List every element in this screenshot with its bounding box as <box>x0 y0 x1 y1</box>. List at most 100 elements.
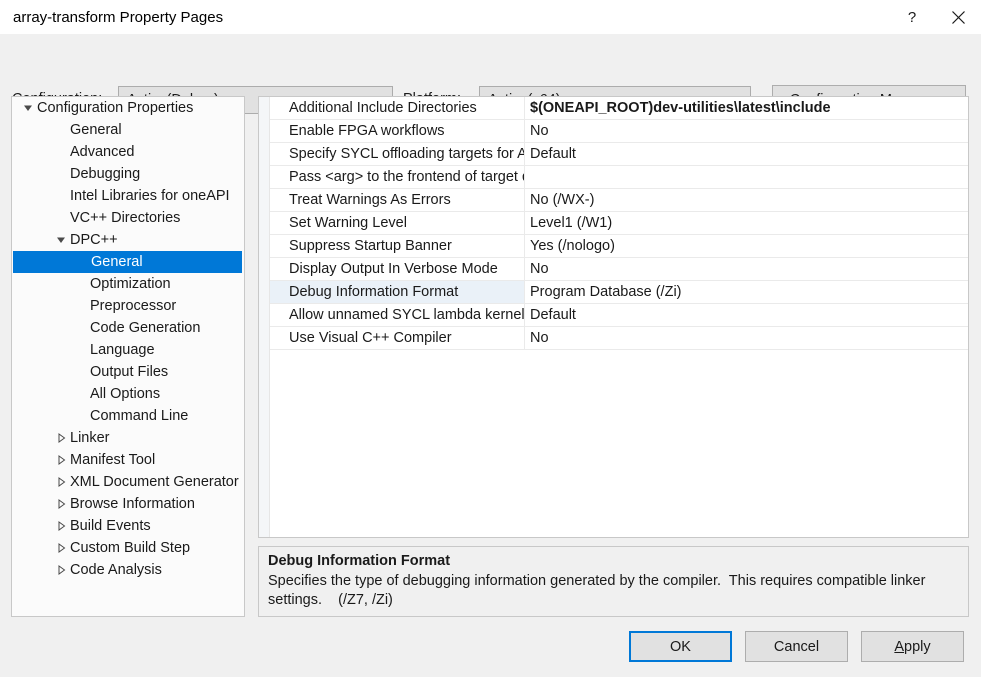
tree-item-build-events[interactable]: Build Events <box>12 515 244 537</box>
cancel-button[interactable]: Cancel <box>745 631 848 662</box>
tree-item-label: General <box>89 254 143 270</box>
description-body: Specifies the type of debugging informat… <box>268 572 959 610</box>
tree-item-preprocessor[interactable]: Preprocessor <box>12 295 244 317</box>
tree-item-xml-document-generator[interactable]: XML Document Generator <box>12 471 244 493</box>
tree-item-custom-build-step[interactable]: Custom Build Step <box>12 537 244 559</box>
property-row[interactable]: Set Warning LevelLevel1 (/W1) <box>270 212 968 235</box>
property-value[interactable]: Default <box>525 304 968 326</box>
property-name: Display Output In Verbose Mode <box>270 258 525 280</box>
property-name: Set Warning Level <box>270 212 525 234</box>
tree-item-code-analysis[interactable]: Code Analysis <box>12 559 244 581</box>
tree-item-label: Advanced <box>68 144 135 160</box>
tree-item-label: General <box>68 122 122 138</box>
tree-item-browse-information[interactable]: Browse Information <box>12 493 244 515</box>
tree-item-code-generation[interactable]: Code Generation <box>12 317 244 339</box>
property-row[interactable]: Additional Include Directories$(ONEAPI_R… <box>270 97 968 120</box>
tree-item-label: DPC++ <box>68 232 118 248</box>
property-name: Allow unnamed SYCL lambda kernels <box>270 304 525 326</box>
property-row[interactable]: Enable FPGA workflowsNo <box>270 120 968 143</box>
tree-item-label: Optimization <box>88 276 171 292</box>
tree-item-advanced[interactable]: Advanced <box>12 141 244 163</box>
expander-collapsed-icon[interactable] <box>54 433 68 443</box>
expander-collapsed-icon[interactable] <box>54 565 68 575</box>
property-row[interactable]: Debug Information FormatProgram Database… <box>270 281 968 304</box>
tree-item-language[interactable]: Language <box>12 339 244 361</box>
tree-item-label: Custom Build Step <box>68 540 190 556</box>
property-row[interactable]: Treat Warnings As ErrorsNo (/WX-) <box>270 189 968 212</box>
property-row[interactable]: Pass <arg> to the frontend of target d <box>270 166 968 189</box>
property-row[interactable]: Allow unnamed SYCL lambda kernelsDefault <box>270 304 968 327</box>
configuration-tree[interactable]: Configuration Properties General Advanced D… <box>11 96 245 617</box>
tree-item-debugging[interactable]: Debugging <box>12 163 244 185</box>
help-button[interactable]: ? <box>889 0 935 34</box>
property-value[interactable]: No (/WX-) <box>525 189 968 211</box>
property-row[interactable]: Use Visual C++ CompilerNo <box>270 327 968 350</box>
tree-item-label: XML Document Generator <box>68 474 239 490</box>
tree-item-label: Browse Information <box>68 496 195 512</box>
tree-item-intel-libraries-for-oneapi[interactable]: Intel Libraries for oneAPI <box>12 185 244 207</box>
tree-item-output-files[interactable]: Output Files <box>12 361 244 383</box>
tree-item-manifest-tool[interactable]: Manifest Tool <box>12 449 244 471</box>
tree-item-vc-directories[interactable]: VC++ Directories <box>12 207 244 229</box>
property-name: Enable FPGA workflows <box>270 120 525 142</box>
property-value[interactable]: No <box>525 327 968 349</box>
tree-item-label: Intel Libraries for oneAPI <box>68 188 230 204</box>
property-value[interactable]: Level1 (/W1) <box>525 212 968 234</box>
close-icon <box>951 10 966 25</box>
tree-item-label: Manifest Tool <box>68 452 155 468</box>
tree-item-linker[interactable]: Linker <box>12 427 244 449</box>
tree-item-label: Output Files <box>88 364 168 380</box>
title-bar: array-transform Property Pages ? <box>0 0 981 34</box>
ok-button[interactable]: OK <box>629 631 732 662</box>
property-value[interactable]: Default <box>525 143 968 165</box>
property-row[interactable]: Specify SYCL offloading targets for ACDe… <box>270 143 968 166</box>
expander-expanded-icon[interactable] <box>21 103 35 113</box>
property-value[interactable]: No <box>525 120 968 142</box>
expander-collapsed-icon[interactable] <box>54 521 68 531</box>
description-panel: Debug Information Format Specifies the t… <box>258 546 969 617</box>
tree-item-label: VC++ Directories <box>68 210 180 226</box>
property-name: Additional Include Directories <box>270 97 525 119</box>
tree-item-command-line[interactable]: Command Line <box>12 405 244 427</box>
property-value[interactable]: $(ONEAPI_ROOT)dev-utilities\latest\inclu… <box>525 97 968 119</box>
property-name: Specify SYCL offloading targets for AC <box>270 143 525 165</box>
property-value[interactable]: Yes (/nologo) <box>525 235 968 257</box>
property-value[interactable]: Program Database (/Zi) <box>525 281 968 303</box>
configuration-bar: Configuration: Active(Debug) Platform: A… <box>0 34 981 96</box>
ok-label: OK <box>670 639 691 655</box>
tree-item-label: Debugging <box>68 166 140 182</box>
tree-item-label: Code Generation <box>88 320 200 336</box>
description-title: Debug Information Format <box>268 553 959 569</box>
property-row[interactable]: Suppress Startup BannerYes (/nologo) <box>270 235 968 258</box>
close-button[interactable] <box>935 0 981 34</box>
property-name: Pass <arg> to the frontend of target d <box>270 166 525 188</box>
property-name: Treat Warnings As Errors <box>270 189 525 211</box>
tree-item-label: All Options <box>88 386 160 402</box>
tree-item-all-options[interactable]: All Options <box>12 383 244 405</box>
apply-button[interactable]: Apply <box>861 631 964 662</box>
tree-item-general[interactable]: General <box>13 251 242 273</box>
property-value[interactable] <box>525 166 968 188</box>
tree-item-general[interactable]: General <box>12 119 244 141</box>
tree-item-label: Build Events <box>68 518 151 534</box>
tree-item-label: Preprocessor <box>88 298 176 314</box>
property-row[interactable]: Display Output In Verbose ModeNo <box>270 258 968 281</box>
apply-label: Apply <box>894 639 930 655</box>
expander-collapsed-icon[interactable] <box>54 499 68 509</box>
expander-collapsed-icon[interactable] <box>54 543 68 553</box>
tree-item-optimization[interactable]: Optimization <box>12 273 244 295</box>
tree-item-dpc[interactable]: DPC++ <box>12 229 244 251</box>
property-grid[interactable]: Additional Include Directories$(ONEAPI_R… <box>258 96 969 538</box>
cancel-label: Cancel <box>774 639 819 655</box>
expander-expanded-icon[interactable] <box>54 235 68 245</box>
window-controls: ? <box>889 0 981 34</box>
tree-item-label: Code Analysis <box>68 562 162 578</box>
property-name: Debug Information Format <box>270 281 525 303</box>
expander-collapsed-icon[interactable] <box>54 477 68 487</box>
tree-item-configuration-properties[interactable]: Configuration Properties <box>12 97 244 119</box>
tree-item-label: Configuration Properties <box>35 100 193 116</box>
question-mark-icon: ? <box>908 9 916 26</box>
property-value[interactable]: No <box>525 258 968 280</box>
expander-collapsed-icon[interactable] <box>54 455 68 465</box>
apply-accelerator: A <box>894 639 904 655</box>
